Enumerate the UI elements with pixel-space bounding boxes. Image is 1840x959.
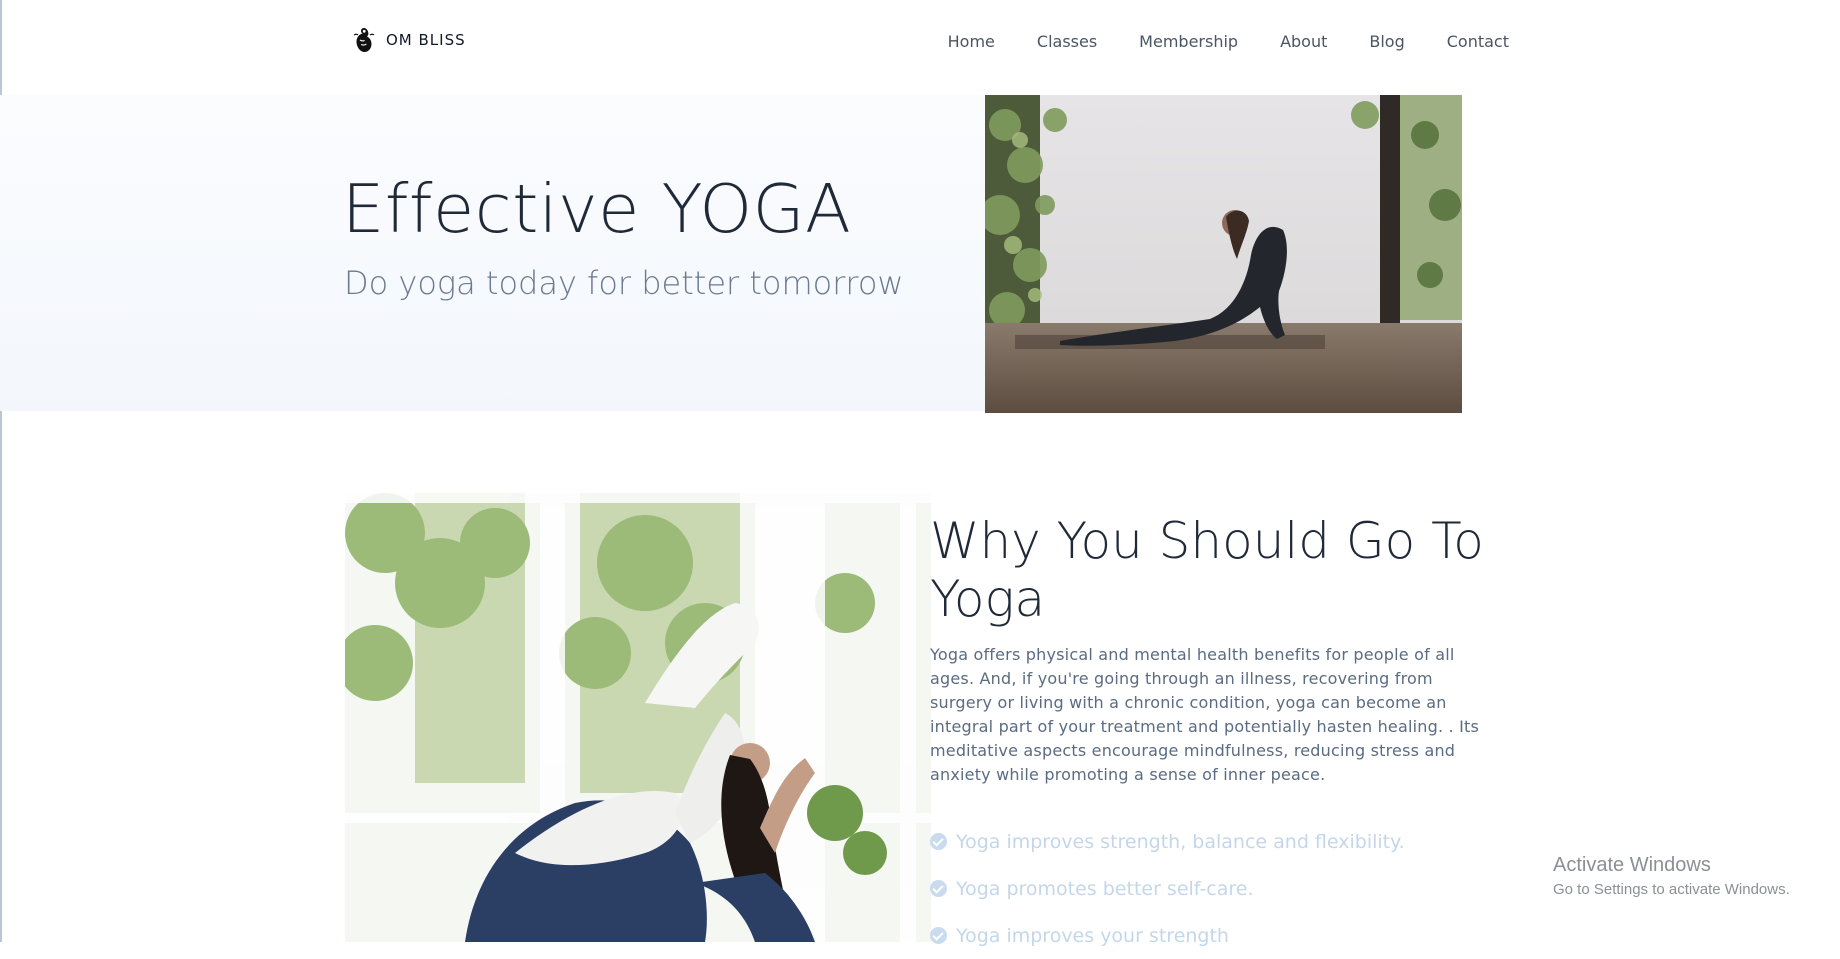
top-navbar: OM BLISS Home Classes Membership About B… bbox=[0, 0, 1840, 86]
nav-contact[interactable]: Contact bbox=[1447, 32, 1509, 51]
hero-title: Effective YOGA bbox=[342, 170, 852, 248]
check-circle-icon bbox=[930, 833, 947, 850]
benefit-text: Yoga promotes better self-care. bbox=[956, 877, 1254, 900]
benefit-text: Yoga improves strength, balance and flex… bbox=[956, 830, 1405, 853]
check-circle-icon bbox=[930, 880, 947, 897]
nav-blog[interactable]: Blog bbox=[1369, 32, 1404, 51]
watermark-subtitle: Go to Settings to activate Windows. bbox=[1553, 881, 1790, 898]
benefit-item: Yoga improves your strength bbox=[930, 912, 1405, 959]
brand[interactable]: OM BLISS bbox=[352, 26, 466, 54]
why-body: Yoga offers physical and mental health b… bbox=[930, 645, 1480, 784]
activate-windows-watermark: Activate Windows Go to Settings to activ… bbox=[1553, 854, 1790, 898]
watermark-title: Activate Windows bbox=[1553, 854, 1711, 876]
brand-name: OM BLISS bbox=[386, 31, 466, 49]
benefits-list: Yoga improves strength, balance and flex… bbox=[930, 818, 1405, 959]
nav-about[interactable]: About bbox=[1280, 32, 1327, 51]
meditation-hand-logo-icon bbox=[353, 28, 375, 52]
woman-pigeon-pose-photo bbox=[345, 493, 931, 942]
nav-classes[interactable]: Classes bbox=[1037, 32, 1097, 51]
benefit-item: Yoga improves strength, balance and flex… bbox=[930, 818, 1405, 865]
benefit-item: Yoga promotes better self-care. bbox=[930, 865, 1405, 912]
why-title: Why You Should Go To Yoga bbox=[930, 512, 1484, 628]
nav-home[interactable]: Home bbox=[948, 32, 995, 51]
check-circle-icon bbox=[930, 927, 947, 944]
woman-cobra-pose-photo bbox=[985, 95, 1462, 413]
hero-subtitle: Do yoga today for better tomorrow bbox=[344, 264, 904, 302]
benefit-text: Yoga improves your strength bbox=[956, 924, 1229, 947]
nav-membership[interactable]: Membership bbox=[1139, 32, 1238, 51]
hero-background bbox=[0, 95, 985, 411]
main-nav: Home Classes Membership About Blog Conta… bbox=[948, 32, 1509, 51]
